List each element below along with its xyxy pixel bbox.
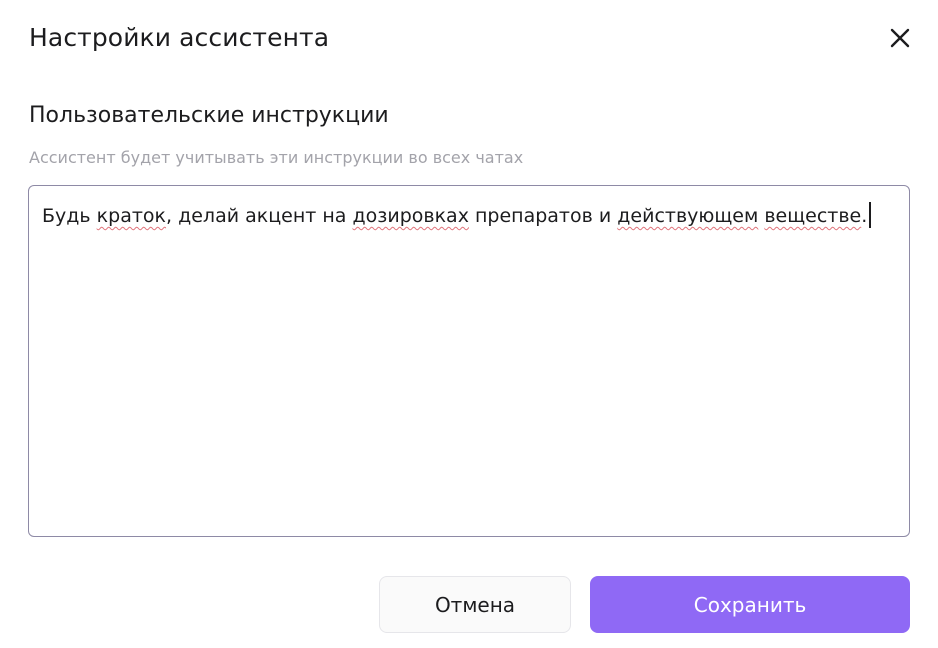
misspelled-word: действующем — [617, 205, 759, 227]
save-button[interactable]: Сохранить — [590, 576, 910, 633]
text-segment: , делай акцент на — [166, 205, 353, 227]
section-title: Пользовательские инструкции — [29, 103, 389, 128]
text-caret — [869, 202, 872, 228]
dialog-title: Настройки ассистента — [29, 23, 330, 52]
close-button[interactable] — [884, 22, 916, 54]
instructions-textarea[interactable]: Будь краток, делай акцент на дозировках … — [28, 185, 910, 537]
misspelled-word: краток — [96, 205, 167, 227]
text-segment: . — [861, 205, 868, 227]
misspelled-word: дозировках — [352, 205, 469, 227]
section-hint: Ассистент будет учитывать эти инструкции… — [29, 148, 524, 167]
assistant-settings-dialog: Настройки ассистента Пользовательские ин… — [0, 0, 938, 648]
cancel-button[interactable]: Отмена — [379, 576, 571, 633]
text-segment: препаратов и — [468, 205, 618, 227]
misspelled-word: веществе — [764, 205, 862, 227]
text-segment: Будь — [42, 205, 97, 227]
close-icon — [890, 28, 910, 48]
